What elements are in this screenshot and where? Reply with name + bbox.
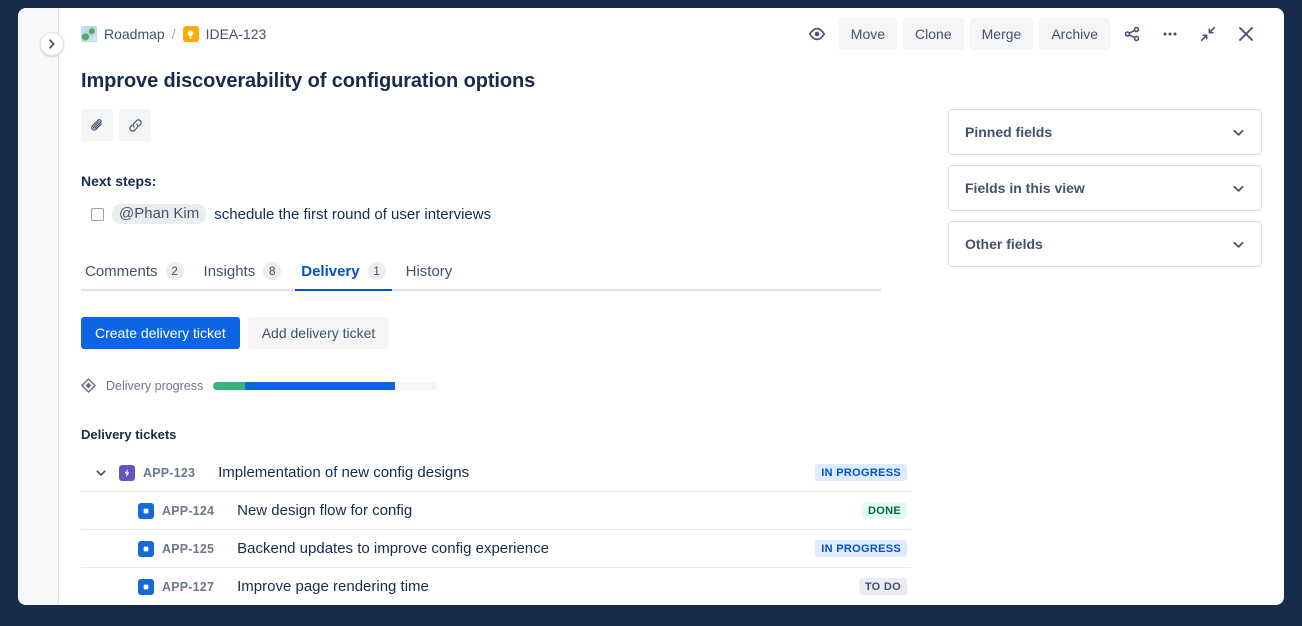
more-options-button[interactable] bbox=[1154, 18, 1186, 50]
share-button[interactable] bbox=[1116, 18, 1148, 50]
ticket-summary: Improve page rendering time bbox=[237, 578, 429, 595]
progress-segment-done bbox=[213, 382, 244, 390]
fields-in-this-view-label: Fields in this view bbox=[965, 180, 1085, 196]
share-icon bbox=[1123, 25, 1141, 43]
eye-icon bbox=[808, 25, 826, 43]
status-badge[interactable]: IN PROGRESS bbox=[815, 464, 907, 481]
tab-comments-label: Comments bbox=[85, 263, 158, 280]
expand-sidebar-button[interactable] bbox=[40, 32, 64, 56]
task-icon bbox=[138, 541, 154, 557]
paperclip-icon bbox=[89, 117, 106, 134]
ticket-key[interactable]: APP-123 bbox=[143, 466, 195, 480]
tab-history[interactable]: History bbox=[396, 263, 463, 289]
delivery-tickets-list: APP-123 Implementation of new config des… bbox=[81, 454, 911, 605]
action-item-text: schedule the first round of user intervi… bbox=[214, 206, 491, 223]
tab-insights-label: Insights bbox=[204, 263, 256, 280]
pinned-fields-label: Pinned fields bbox=[965, 124, 1052, 140]
status-badge[interactable]: IN PROGRESS bbox=[815, 540, 907, 557]
modal-content: Roadmap / IDEA-123 Move bbox=[59, 8, 1284, 605]
breadcrumb-separator: / bbox=[172, 26, 176, 42]
ticket-key[interactable]: APP-125 bbox=[162, 542, 214, 556]
breadcrumb: Roadmap / IDEA-123 bbox=[81, 26, 266, 42]
chevron-down-icon bbox=[1232, 126, 1245, 139]
modal-header: Roadmap / IDEA-123 Move bbox=[59, 8, 1284, 60]
watch-button[interactable] bbox=[801, 18, 833, 50]
action-item-row: @Phan Kim schedule the first round of us… bbox=[91, 204, 911, 224]
delivery-progress-bar[interactable] bbox=[213, 382, 437, 390]
link-icon bbox=[127, 117, 144, 134]
ticket-summary: Backend updates to improve config experi… bbox=[237, 540, 549, 557]
attachment-actions bbox=[81, 109, 911, 141]
other-fields-label: Other fields bbox=[965, 236, 1043, 252]
progress-segment-in-progress bbox=[245, 382, 395, 390]
add-delivery-ticket-button[interactable]: Add delivery ticket bbox=[248, 317, 390, 349]
status-badge[interactable]: DONE bbox=[862, 502, 907, 519]
pinned-fields-panel[interactable]: Pinned fields bbox=[948, 109, 1262, 155]
close-icon bbox=[1236, 24, 1256, 44]
breadcrumb-idea-key[interactable]: IDEA-123 bbox=[206, 26, 267, 42]
delivery-tickets-heading: Delivery tickets bbox=[81, 427, 911, 442]
lightbulb-icon bbox=[183, 26, 199, 42]
create-delivery-ticket-button[interactable]: Create delivery ticket bbox=[81, 317, 240, 349]
table-row[interactable]: APP-125 Backend updates to improve confi… bbox=[81, 530, 911, 568]
delivery-progress-row: Delivery progress bbox=[81, 378, 911, 393]
attach-file-button[interactable] bbox=[81, 109, 113, 141]
chevron-down-icon[interactable] bbox=[89, 461, 113, 485]
delivery-diamond-icon bbox=[81, 378, 96, 393]
delivery-progress-label: Delivery progress bbox=[106, 379, 203, 393]
archive-button[interactable]: Archive bbox=[1039, 18, 1110, 50]
tab-comments-count: 2 bbox=[166, 262, 184, 280]
fields-sidebar: Pinned fields Fields in this view bbox=[911, 60, 1262, 605]
page-title: Improve discoverability of configuration… bbox=[81, 68, 911, 94]
table-row[interactable]: APP-127 Improve page rendering time TO D… bbox=[81, 568, 911, 605]
tab-history-label: History bbox=[406, 263, 453, 280]
task-icon bbox=[138, 579, 154, 595]
idea-detail-modal: Roadmap / IDEA-123 Move bbox=[18, 8, 1284, 605]
collapse-button[interactable] bbox=[1192, 18, 1224, 50]
ticket-key[interactable]: APP-124 bbox=[162, 504, 214, 518]
chevron-down-icon bbox=[1232, 238, 1245, 251]
ticket-summary: New design flow for config bbox=[237, 502, 412, 519]
tab-delivery[interactable]: Delivery 1 bbox=[291, 262, 395, 289]
left-rail bbox=[18, 8, 59, 605]
fields-in-this-view-panel[interactable]: Fields in this view bbox=[948, 165, 1262, 211]
status-badge[interactable]: TO DO bbox=[859, 578, 907, 595]
breadcrumb-project-link[interactable]: Roadmap bbox=[104, 26, 165, 42]
tab-delivery-count: 1 bbox=[368, 262, 386, 280]
chevron-down-icon bbox=[1232, 182, 1245, 195]
chevron-right-icon bbox=[47, 39, 57, 49]
task-icon bbox=[138, 503, 154, 519]
mention-chip[interactable]: @Phan Kim bbox=[112, 204, 206, 224]
lightbulb-glyph bbox=[185, 29, 196, 40]
clone-button[interactable]: Clone bbox=[903, 18, 964, 50]
more-options-icon bbox=[1161, 25, 1179, 43]
modal-body: Improve discoverability of configuration… bbox=[59, 60, 1284, 605]
action-item-checkbox[interactable] bbox=[91, 208, 104, 221]
tab-insights-count: 8 bbox=[263, 262, 281, 280]
tab-comments[interactable]: Comments 2 bbox=[81, 262, 194, 289]
merge-button[interactable]: Merge bbox=[970, 18, 1034, 50]
map-icon bbox=[81, 26, 97, 42]
close-button[interactable] bbox=[1230, 18, 1262, 50]
header-actions: Move Clone Merge Archive bbox=[801, 18, 1262, 50]
ticket-summary: Implementation of new config designs bbox=[218, 464, 469, 481]
ticket-key[interactable]: APP-127 bbox=[162, 580, 214, 594]
other-fields-panel[interactable]: Other fields bbox=[948, 221, 1262, 267]
table-row[interactable]: APP-124 New design flow for config DONE bbox=[81, 492, 911, 530]
main-column: Improve discoverability of configuration… bbox=[81, 60, 911, 605]
delivery-actions: Create delivery ticket Add delivery tick… bbox=[81, 317, 911, 349]
add-link-button[interactable] bbox=[119, 109, 151, 141]
move-button[interactable]: Move bbox=[839, 18, 897, 50]
tab-bar: Comments 2 Insights 8 Delivery 1 History bbox=[81, 258, 881, 291]
tab-delivery-label: Delivery bbox=[301, 263, 359, 280]
collapse-icon bbox=[1199, 25, 1217, 43]
description-section: Next steps: @Phan Kim schedule the first… bbox=[81, 171, 911, 224]
description-heading: Next steps: bbox=[81, 171, 911, 191]
table-row[interactable]: APP-123 Implementation of new config des… bbox=[81, 454, 911, 492]
epic-icon bbox=[119, 465, 135, 481]
tab-insights[interactable]: Insights 8 bbox=[194, 262, 292, 289]
